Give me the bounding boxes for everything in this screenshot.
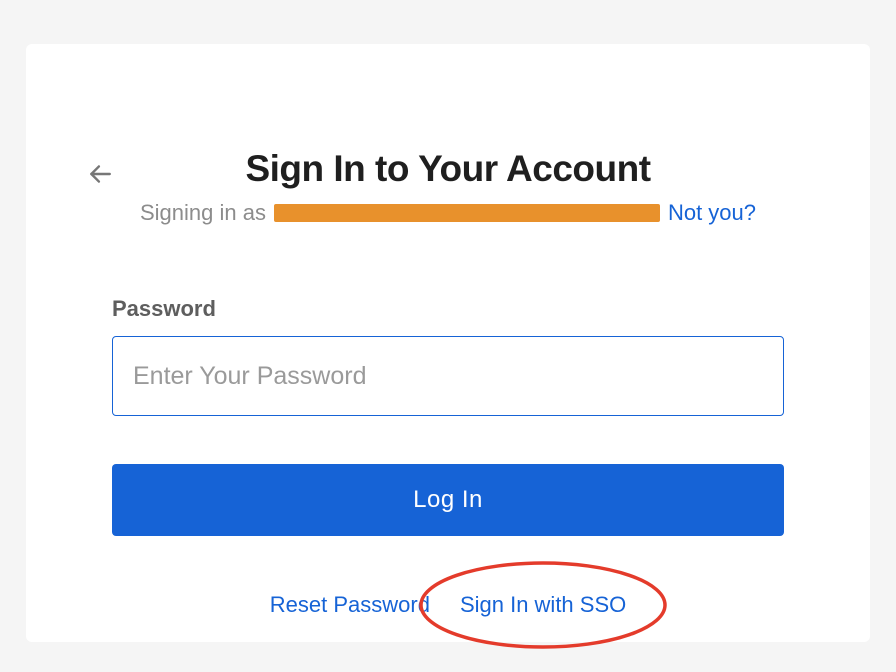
signin-card: Sign In to Your Account Signing in as No…: [26, 44, 870, 642]
reset-password-link[interactable]: Reset Password: [270, 592, 430, 618]
password-label: Password: [112, 296, 808, 322]
sign-in-sso-link[interactable]: Sign In with SSO: [460, 592, 626, 617]
redacted-email: [274, 204, 660, 222]
page-title: Sign In to Your Account: [88, 148, 808, 190]
password-input[interactable]: [112, 336, 784, 416]
login-button[interactable]: Log In: [112, 464, 784, 536]
arrow-left-icon: [87, 161, 113, 192]
signing-in-row: Signing in as Not you?: [88, 200, 808, 226]
secondary-links: Reset Password Sign In with SSO: [88, 592, 808, 618]
back-button[interactable]: [86, 162, 114, 190]
signing-in-prefix: Signing in as: [140, 200, 266, 226]
not-you-link[interactable]: Not you?: [668, 200, 756, 226]
